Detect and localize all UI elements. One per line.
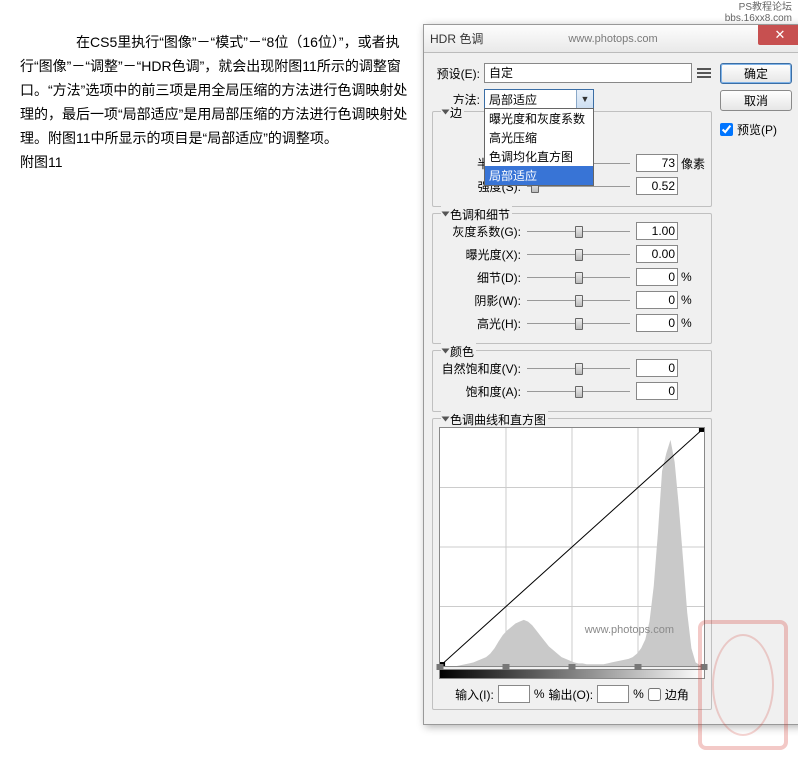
shadow-input[interactable] — [636, 291, 678, 309]
shadow-slider[interactable] — [527, 292, 630, 308]
preset-menu-icon[interactable] — [696, 65, 712, 81]
ok-button[interactable]: 确定 — [720, 63, 792, 84]
group-color: 颜色 自然饱和度(V): 饱和度(A): — [432, 350, 712, 412]
input-gradient-strip[interactable] — [439, 669, 705, 679]
article-caption: 附图11 — [20, 150, 410, 174]
saturation-slider[interactable] — [527, 383, 630, 399]
group-curve-title: 色调曲线和直方图 — [441, 411, 548, 428]
dialog-title: HDR 色调 — [430, 30, 483, 47]
group-curve-histogram: 色调曲线和直方图 www.photops.com — [432, 418, 712, 710]
highlight-slider[interactable] — [527, 315, 630, 331]
input-value[interactable] — [498, 685, 530, 703]
saturation-label: 饱和度(A): — [439, 383, 521, 400]
output-value[interactable] — [597, 685, 629, 703]
input-label: 输入(I): — [455, 686, 494, 703]
gamma-label: 灰度系数(G): — [439, 223, 521, 240]
titlebar[interactable]: HDR 色调 www.photops.com ✕ — [424, 25, 798, 53]
collapse-icon[interactable] — [442, 417, 450, 422]
curve-histogram-chart[interactable]: www.photops.com — [439, 427, 705, 667]
exposure-slider[interactable] — [527, 246, 630, 262]
corner-checkbox[interactable] — [648, 688, 661, 701]
preview-label: 预览(P) — [737, 121, 777, 138]
method-option-highlight-compression[interactable]: 高光压缩 — [485, 128, 593, 147]
gamma-input[interactable] — [636, 222, 678, 240]
article-text: 在CS5里执行“图像”－“模式”－“8位（16位）”，或者执行“图像”－“调整”… — [0, 0, 420, 174]
preset-label: 预设(E): — [432, 65, 480, 82]
highlight-label: 高光(H): — [439, 315, 521, 332]
vibrance-label: 自然饱和度(V): — [439, 360, 521, 377]
vibrance-slider[interactable] — [527, 360, 630, 376]
detail-label: 细节(D): — [439, 269, 521, 286]
strength-input[interactable] — [636, 177, 678, 195]
preview-checkbox[interactable] — [720, 123, 733, 136]
radius-input[interactable] — [636, 154, 678, 172]
output-label: 输出(O): — [548, 686, 593, 703]
shadow-label: 阴影(W): — [439, 292, 521, 309]
curve-watermark: www.photops.com — [585, 624, 674, 636]
collapse-icon[interactable] — [442, 212, 450, 217]
titlebar-url: www.photops.com — [568, 33, 657, 45]
preview-checkbox-row[interactable]: 预览(P) — [720, 121, 794, 138]
hdr-toning-dialog: HDR 色调 www.photops.com ✕ 预设(E): 自定 方法: 局… — [423, 24, 798, 725]
preset-select[interactable]: 自定 — [484, 63, 692, 83]
exposure-input[interactable] — [636, 245, 678, 263]
gamma-slider[interactable] — [527, 223, 630, 239]
method-dropdown: 曝光度和灰度系数 高光压缩 色调均化直方图 局部适应 — [484, 108, 594, 186]
detail-input[interactable] — [636, 268, 678, 286]
highlight-input[interactable] — [636, 314, 678, 332]
article-para: 在CS5里执行“图像”－“模式”－“8位（16位）”，或者执行“图像”－“调整”… — [20, 30, 410, 150]
group-color-title: 颜色 — [441, 343, 476, 360]
watermark-top: PS教程论坛 bbs.16xx8.com — [725, 2, 792, 24]
chevron-down-icon: ▼ — [576, 90, 593, 108]
corner-label: 边角 — [665, 686, 689, 703]
method-combo[interactable]: 局部适应 ▼ — [484, 89, 594, 109]
vibrance-input[interactable] — [636, 359, 678, 377]
group-tone-title: 色调和细节 — [441, 206, 512, 223]
close-button[interactable]: ✕ — [758, 25, 798, 45]
collapse-icon[interactable] — [442, 349, 450, 354]
radius-unit: 像素 — [681, 155, 705, 172]
method-option-exposure-gamma[interactable]: 曝光度和灰度系数 — [485, 109, 593, 128]
method-option-local-adaptation[interactable]: 局部适应 — [485, 166, 593, 185]
group-edge-title: 边 — [441, 104, 464, 121]
close-icon: ✕ — [775, 27, 786, 43]
saturation-input[interactable] — [636, 382, 678, 400]
exposure-label: 曝光度(X): — [439, 246, 521, 263]
method-option-equalize-histogram[interactable]: 色调均化直方图 — [485, 147, 593, 166]
cancel-button[interactable]: 取消 — [720, 90, 792, 111]
collapse-icon[interactable] — [442, 110, 450, 115]
group-tone-detail: 色调和细节 灰度系数(G): 曝光度(X): 细节(D): — [432, 213, 712, 344]
detail-slider[interactable] — [527, 269, 630, 285]
